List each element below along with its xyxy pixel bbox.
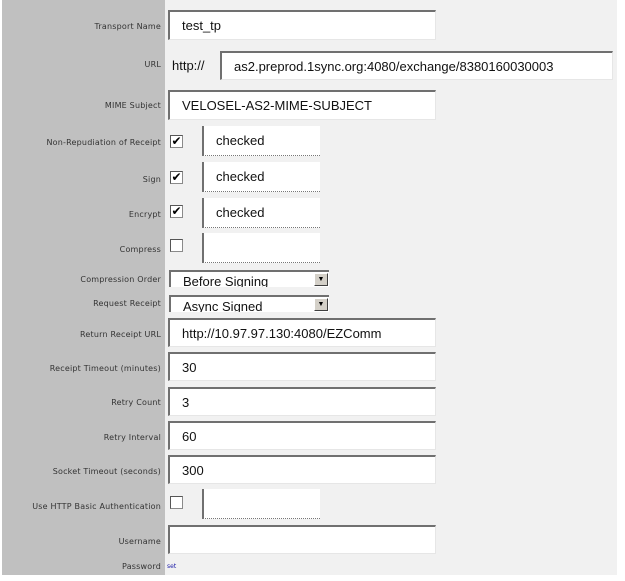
row-request-receipt: Request Receipt Async Signed ▼ (2, 294, 617, 312)
sign-checkbox[interactable]: ✔ (170, 171, 183, 184)
row-password: Password set (2, 560, 617, 574)
encrypt-status: checked (202, 198, 320, 228)
url-prefix: http:// (172, 58, 205, 73)
username-input[interactable] (168, 525, 436, 554)
socket-timeout-input[interactable]: 300 (168, 455, 436, 484)
request-receipt-label: Request Receipt (93, 299, 161, 308)
compression-order-selected: Before Signing (183, 274, 269, 287)
sign-status: checked (202, 162, 320, 192)
non-repudiation-label: Non-Repudiation of Receipt (46, 138, 161, 147)
row-non-repudiation: Non-Repudiation of Receipt ✔ checked (2, 126, 617, 157)
request-receipt-selected: Async Signed (183, 299, 263, 312)
socket-timeout-label: Socket Timeout (seconds) (52, 467, 161, 476)
checkmark-icon: ✔ (171, 134, 182, 148)
chevron-down-icon[interactable]: ▼ (314, 273, 328, 286)
sign-label: Sign (142, 175, 161, 184)
row-url: URL http:// as2.preprod.1sync.org:4080/e… (2, 51, 617, 81)
mime-subject-input[interactable]: VELOSEL-AS2-MIME-SUBJECT (168, 90, 436, 120)
encrypt-label: Encrypt (128, 210, 161, 219)
compress-status (202, 233, 320, 263)
retry-count-label: Retry Count (111, 398, 161, 407)
non-repudiation-checkbox[interactable]: ✔ (170, 135, 183, 148)
row-receipt-timeout: Receipt Timeout (minutes) 30 (2, 352, 617, 381)
retry-interval-label: Retry Interval (103, 433, 161, 442)
retry-count-input[interactable]: 3 (168, 387, 436, 416)
retry-interval-input[interactable]: 60 (168, 421, 436, 450)
row-compress: Compress (2, 233, 617, 264)
row-http-basic-auth: Use HTTP Basic Authentication (2, 489, 617, 520)
row-socket-timeout: Socket Timeout (seconds) 300 (2, 455, 617, 484)
transport-name-input[interactable]: test_tp (168, 10, 436, 40)
row-transport-name: Transport Name test_tp (2, 10, 617, 40)
http-basic-auth-checkbox[interactable] (170, 496, 183, 509)
compress-label: Compress (119, 245, 161, 254)
transport-name-label: Transport Name (94, 22, 161, 31)
row-encrypt: Encrypt ✔ checked (2, 198, 617, 229)
compress-checkbox[interactable] (170, 239, 183, 252)
row-mime-subject: MIME Subject VELOSEL-AS2-MIME-SUBJECT (2, 90, 617, 120)
row-sign: Sign ✔ checked (2, 162, 617, 193)
return-receipt-url-input[interactable]: http://10.97.97.130:4080/EZComm (168, 318, 436, 347)
checkmark-icon: ✔ (171, 170, 182, 184)
username-label: Username (118, 537, 161, 546)
http-basic-auth-label: Use HTTP Basic Authentication (32, 502, 161, 511)
row-retry-interval: Retry Interval 60 (2, 421, 617, 450)
request-receipt-select[interactable]: Async Signed ▼ (169, 295, 329, 312)
password-set-link[interactable]: set (167, 563, 176, 570)
password-label: Password (122, 562, 161, 571)
url-input[interactable]: as2.preprod.1sync.org:4080/exchange/8380… (220, 51, 613, 80)
return-receipt-url-label: Return Receipt URL (80, 330, 161, 339)
compression-order-select[interactable]: Before Signing ▼ (169, 270, 329, 287)
row-return-receipt-url: Return Receipt URL http://10.97.97.130:4… (2, 318, 617, 347)
chevron-down-icon[interactable]: ▼ (314, 298, 328, 311)
encrypt-checkbox[interactable]: ✔ (170, 205, 183, 218)
mime-subject-label: MIME Subject (104, 101, 161, 110)
row-compression-order: Compression Order Before Signing ▼ (2, 269, 617, 287)
transport-settings-form: Transport Name test_tp URL http:// as2.p… (2, 0, 617, 575)
non-repudiation-status: checked (202, 126, 320, 156)
row-username: Username (2, 525, 617, 554)
compression-order-label: Compression Order (80, 275, 161, 284)
row-retry-count: Retry Count 3 (2, 387, 617, 416)
receipt-timeout-input[interactable]: 30 (168, 352, 436, 381)
url-label: URL (144, 60, 161, 69)
receipt-timeout-label: Receipt Timeout (minutes) (49, 364, 161, 373)
http-basic-auth-status (202, 489, 320, 519)
checkmark-icon: ✔ (171, 204, 182, 218)
